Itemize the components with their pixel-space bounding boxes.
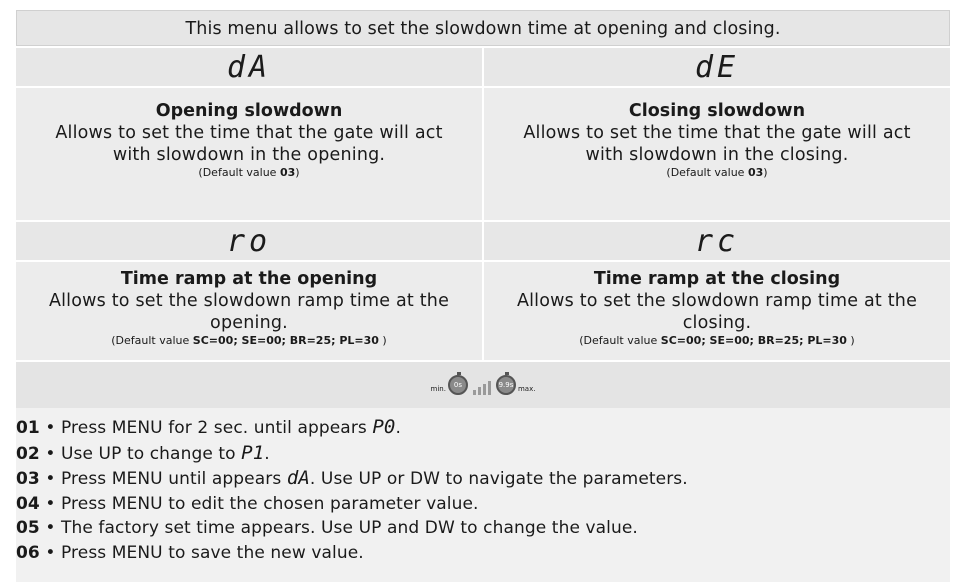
instruction-step: 04 • Press MENU to edit the chosen param… (16, 493, 479, 514)
param-description: with slowdown in the opening. (112, 145, 386, 165)
max-label: max. (517, 385, 536, 393)
param-title: Time ramp at the opening (120, 269, 378, 289)
param-default: (Default value SC=00; SE=00; BR=25; PL=3… (579, 334, 855, 347)
time-range-row: min. 0s 9.9s max. (16, 362, 950, 408)
param-cell-ramp-opening: Time ramp at the opening Allows to set t… (16, 262, 482, 360)
param-description: Allows to set the time that the gate wil… (523, 123, 911, 143)
min-label: min. (430, 385, 446, 393)
instruction-steps: 01 • Press MENU for 2 sec. until appears… (16, 415, 950, 565)
ramp-bars-icon (472, 379, 491, 395)
segment-code: dA (286, 467, 310, 489)
instruction-step: 02 • Use UP to change to P1. (16, 441, 270, 464)
instruction-step: 01 • Press MENU for 2 sec. until appears… (16, 416, 401, 438)
segment-display: rc (694, 223, 740, 259)
segment-code: P0 (372, 416, 396, 438)
display-code-dE: dE (484, 48, 950, 86)
param-default: (Default value 03) (666, 166, 768, 179)
param-default: (Default value SC=00; SE=00; BR=25; PL=3… (111, 334, 387, 347)
param-description: Allows to set the slowdown ramp time at … (48, 291, 450, 311)
segment-display: dA (226, 49, 272, 85)
param-default: (Default value 03) (198, 166, 300, 179)
param-description: with slowdown in the closing. (585, 145, 849, 165)
param-cell-ramp-closing: Time ramp at the closing Allows to set t… (484, 262, 950, 360)
param-description: opening. (210, 313, 288, 333)
display-code-rc: rc (484, 222, 950, 260)
instruction-step: 05 • The factory set time appears. Use U… (16, 518, 638, 538)
param-description: Allows to set the slowdown ramp time at … (516, 291, 918, 311)
segment-display: ro (226, 223, 272, 259)
param-title: Closing slowdown (628, 101, 806, 121)
param-description: Allows to set the time that the gate wil… (55, 123, 443, 143)
instruction-step: 03 • Press MENU until appears dA. Use UP… (16, 467, 688, 489)
param-cell-opening-slowdown: Opening slowdown Allows to set the time … (16, 88, 482, 220)
stopwatch-icon: 9.9s (495, 372, 516, 395)
param-title: Time ramp at the closing (593, 269, 841, 289)
instruction-step: 06 • Press MENU to save the new value. (16, 542, 364, 563)
display-code-dA: dA (16, 48, 482, 86)
display-code-ro: ro (16, 222, 482, 260)
segment-code: P1 (241, 441, 265, 464)
stopwatch-icon: 0s (447, 372, 468, 395)
menu-description: This menu allows to set the slowdown tim… (16, 10, 950, 46)
time-range-indicator: min. 0s 9.9s max. (430, 372, 536, 395)
parameter-table: This menu allows to set the slowdown tim… (16, 10, 950, 582)
param-cell-closing-slowdown: Closing slowdown Allows to set the time … (484, 88, 950, 220)
param-title: Opening slowdown (155, 101, 343, 121)
segment-display: dE (694, 49, 740, 85)
param-description: closing. (682, 313, 752, 333)
